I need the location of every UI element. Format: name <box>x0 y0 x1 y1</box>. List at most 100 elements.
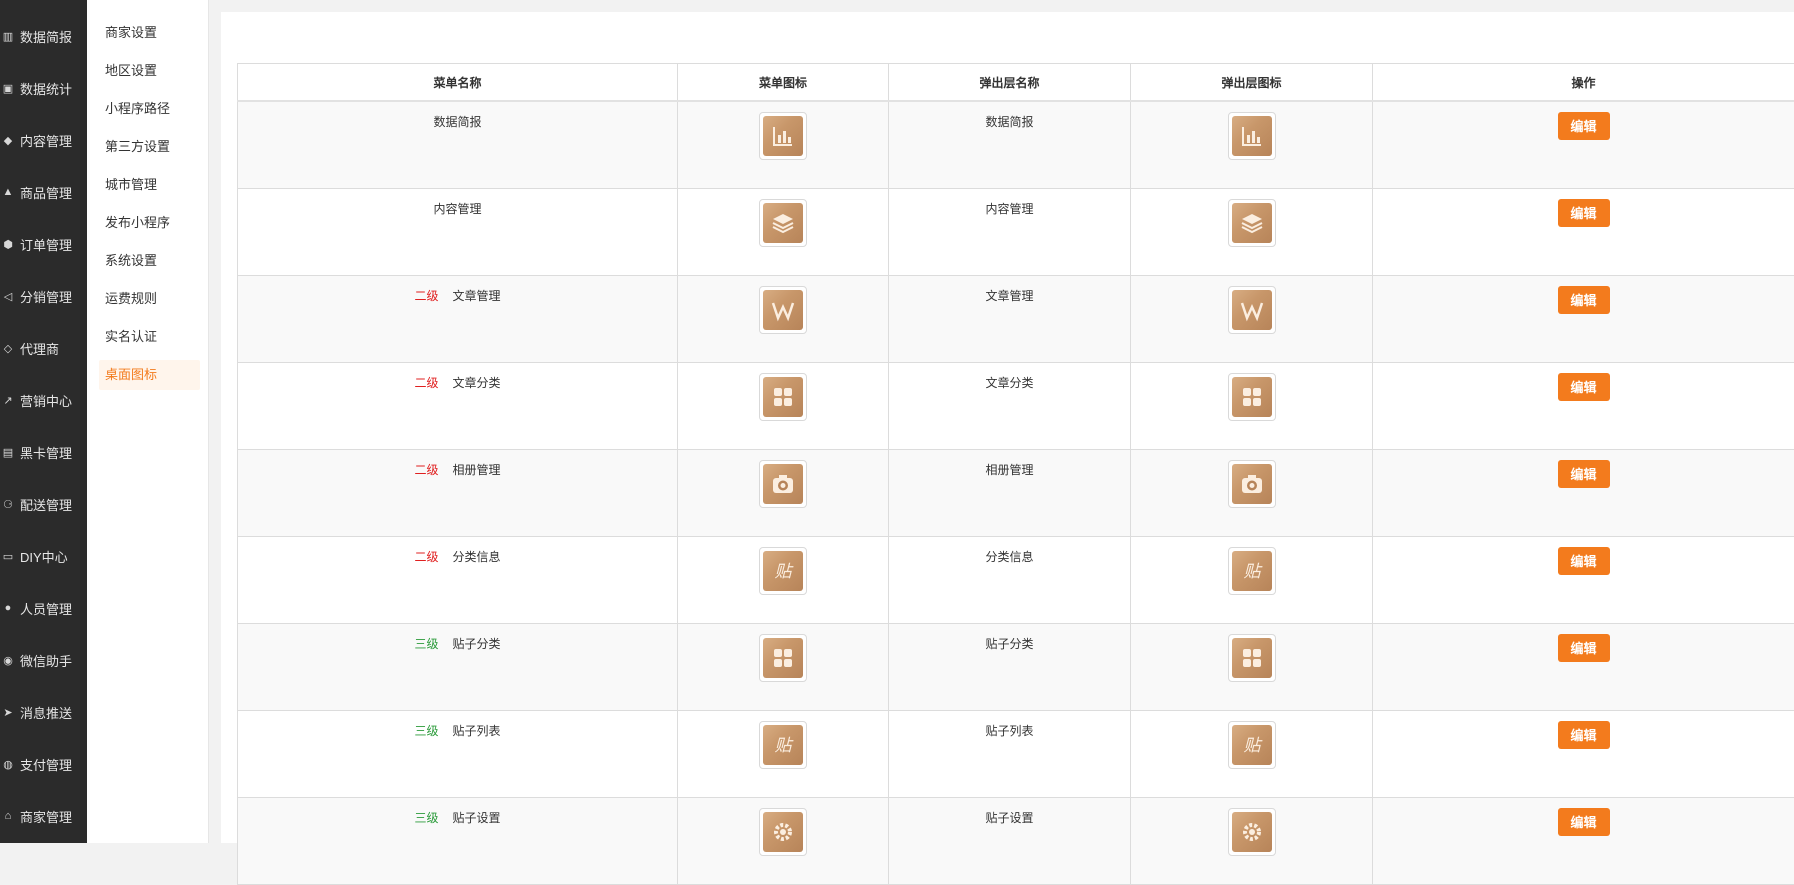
sidebar-item-7[interactable]: ↗营销中心 <box>0 374 87 426</box>
popup-icon-frame[interactable] <box>1228 286 1276 334</box>
level-badge: 三级 <box>414 724 438 738</box>
gear-icon <box>763 812 803 852</box>
grid-icon <box>763 377 803 417</box>
sidebar-item-10[interactable]: ▭DIY中心 <box>0 530 87 582</box>
header-menu-name: 菜单名称 <box>238 64 678 102</box>
edit-button[interactable]: 编辑 <box>1558 373 1610 401</box>
popup-name-cell: 贴子设置 <box>889 798 1131 885</box>
action-cell: 编辑 <box>1373 363 1794 450</box>
edit-button[interactable]: 编辑 <box>1558 547 1610 575</box>
menu-icon-frame[interactable] <box>759 460 807 508</box>
menu-icon-frame[interactable]: 贴 <box>759 547 807 595</box>
sidebar-item-9[interactable]: ⚆配送管理 <box>0 478 87 530</box>
menu-icon-frame[interactable] <box>759 373 807 421</box>
edit-button[interactable]: 编辑 <box>1558 286 1610 314</box>
menu-icon-frame[interactable] <box>759 112 807 160</box>
sidebar-item-label: 分销管理 <box>20 287 72 306</box>
popup-name: 文章管理 <box>985 289 1033 303</box>
cube-icon: ⬢ <box>0 238 16 251</box>
gear-icon <box>1232 812 1272 852</box>
menu-name: 内容管理 <box>433 202 481 216</box>
menu-icon-frame[interactable] <box>759 199 807 247</box>
sidebar-item-13[interactable]: ➤消息推送 <box>0 686 87 738</box>
popup-name: 贴子列表 <box>985 724 1033 738</box>
action-cell: 编辑 <box>1373 101 1794 189</box>
popup-name-cell: 数据简报 <box>889 101 1131 189</box>
action-cell: 编辑 <box>1373 798 1794 885</box>
sidebar-item-2[interactable]: ◆内容管理 <box>0 114 87 166</box>
sidebar-item-12[interactable]: ◉微信助手 <box>0 634 87 686</box>
sidebar-item-3[interactable]: ▲商品管理 <box>0 166 87 218</box>
action-cell: 编辑 <box>1373 711 1794 798</box>
sidebar-item-5[interactable]: ◁ 分销管理 <box>0 270 87 322</box>
edit-button[interactable]: 编辑 <box>1558 199 1610 227</box>
popup-icon-frame[interactable] <box>1228 373 1276 421</box>
table-row: 二级文章管理 文章管理 编辑 <box>238 276 1794 363</box>
menu-name-cell: 二级 分类信息 <box>238 537 678 624</box>
popup-icon-frame[interactable] <box>1228 112 1276 160</box>
subnav-item-1[interactable]: 地区设置 <box>99 56 200 86</box>
menu-icon-cell <box>678 624 889 711</box>
sidebar-item-8[interactable]: ▤黑卡管理 <box>0 426 87 478</box>
menu-name-cell: 数据简报 <box>238 101 678 189</box>
popup-name-cell: 相册管理 <box>889 450 1131 537</box>
money-icon: ▣ <box>0 82 16 95</box>
subnav-item-3[interactable]: 第三方设置 <box>99 132 200 162</box>
subnav-item-4[interactable]: 城市管理 <box>99 170 200 200</box>
popup-icon-cell <box>1131 624 1373 711</box>
subnav-item-6[interactable]: 系统设置 <box>99 246 200 276</box>
level-badge: 二级 <box>414 550 438 564</box>
popup-name-cell: 文章管理 <box>889 276 1131 363</box>
header-popup-icon: 弹出层图标 <box>1131 64 1373 102</box>
sidebar-item-1[interactable]: ▣数据统计 <box>0 62 87 114</box>
sidebar-item-0[interactable]: ▥数据简报 <box>0 10 87 62</box>
edit-button[interactable]: 编辑 <box>1558 721 1610 749</box>
popup-name-cell: 贴子列表 <box>889 711 1131 798</box>
subnav-item-0[interactable]: 商家设置 <box>99 18 200 48</box>
subnav-item-5[interactable]: 发布小程序 <box>99 208 200 238</box>
menu-icon-frame[interactable] <box>759 286 807 334</box>
subnav-item-7[interactable]: 运费规则 <box>99 284 200 314</box>
sub-sidebar: 商家设置地区设置小程序路径第三方设置城市管理发布小程序系统设置运费规则实名认证桌… <box>87 0 209 843</box>
popup-icon-frame[interactable]: 贴 <box>1228 547 1276 595</box>
edit-button[interactable]: 编辑 <box>1558 808 1610 836</box>
menu-icon-frame[interactable] <box>759 808 807 856</box>
popup-name-cell: 贴子分类 <box>889 624 1131 711</box>
menu-name-cell: 二级文章管理 <box>238 276 678 363</box>
subnav-item-2[interactable]: 小程序路径 <box>99 94 200 124</box>
sidebar-item-14[interactable]: ◍支付管理 <box>0 738 87 790</box>
edit-button[interactable]: 编辑 <box>1558 634 1610 662</box>
subnav-item-8[interactable]: 实名认证 <box>99 322 200 352</box>
edit-button[interactable]: 编辑 <box>1558 112 1610 140</box>
action-cell: 编辑 <box>1373 537 1794 624</box>
send-icon: ➤ <box>0 706 16 719</box>
popup-name-cell: 内容管理 <box>889 189 1131 276</box>
sidebar-item-11[interactable]: ●人员管理 <box>0 582 87 634</box>
sidebar-item-4[interactable]: ⬢订单管理 <box>0 218 87 270</box>
sidebar-item-6[interactable]: ◇代理商 <box>0 322 87 374</box>
menu-name-cell: 内容管理 <box>238 189 678 276</box>
subnav-item-9[interactable]: 桌面图标 <box>99 360 200 390</box>
menu-name: 分类信息 <box>453 550 501 564</box>
edit-button[interactable]: 编辑 <box>1558 460 1610 488</box>
popup-icon-frame[interactable] <box>1228 808 1276 856</box>
popup-name: 分类信息 <box>985 550 1033 564</box>
tie-char-icon: 贴 <box>1232 551 1272 591</box>
menu-icon-frame[interactable] <box>759 634 807 682</box>
bank-icon: ⌂ <box>0 810 16 822</box>
popup-icon-frame[interactable]: 贴 <box>1228 721 1276 769</box>
menu-icon-cell <box>678 798 889 885</box>
card-icon: ▤ <box>0 446 16 459</box>
menu-name: 文章分类 <box>453 376 501 390</box>
share-icon: ◁ <box>0 290 16 303</box>
popup-icon-frame[interactable] <box>1228 634 1276 682</box>
popup-icon-frame[interactable] <box>1228 460 1276 508</box>
monitor-icon: ▭ <box>0 550 16 563</box>
wechat-icon: ◉ <box>0 654 16 667</box>
sidebar-item-15[interactable]: ⌂商家管理 <box>0 790 87 842</box>
popup-name: 贴子分类 <box>985 637 1033 651</box>
layers-icon <box>1232 203 1272 243</box>
popup-icon-frame[interactable] <box>1228 199 1276 247</box>
tag-icon: ◆ <box>0 134 16 147</box>
menu-icon-frame[interactable]: 贴 <box>759 721 807 769</box>
